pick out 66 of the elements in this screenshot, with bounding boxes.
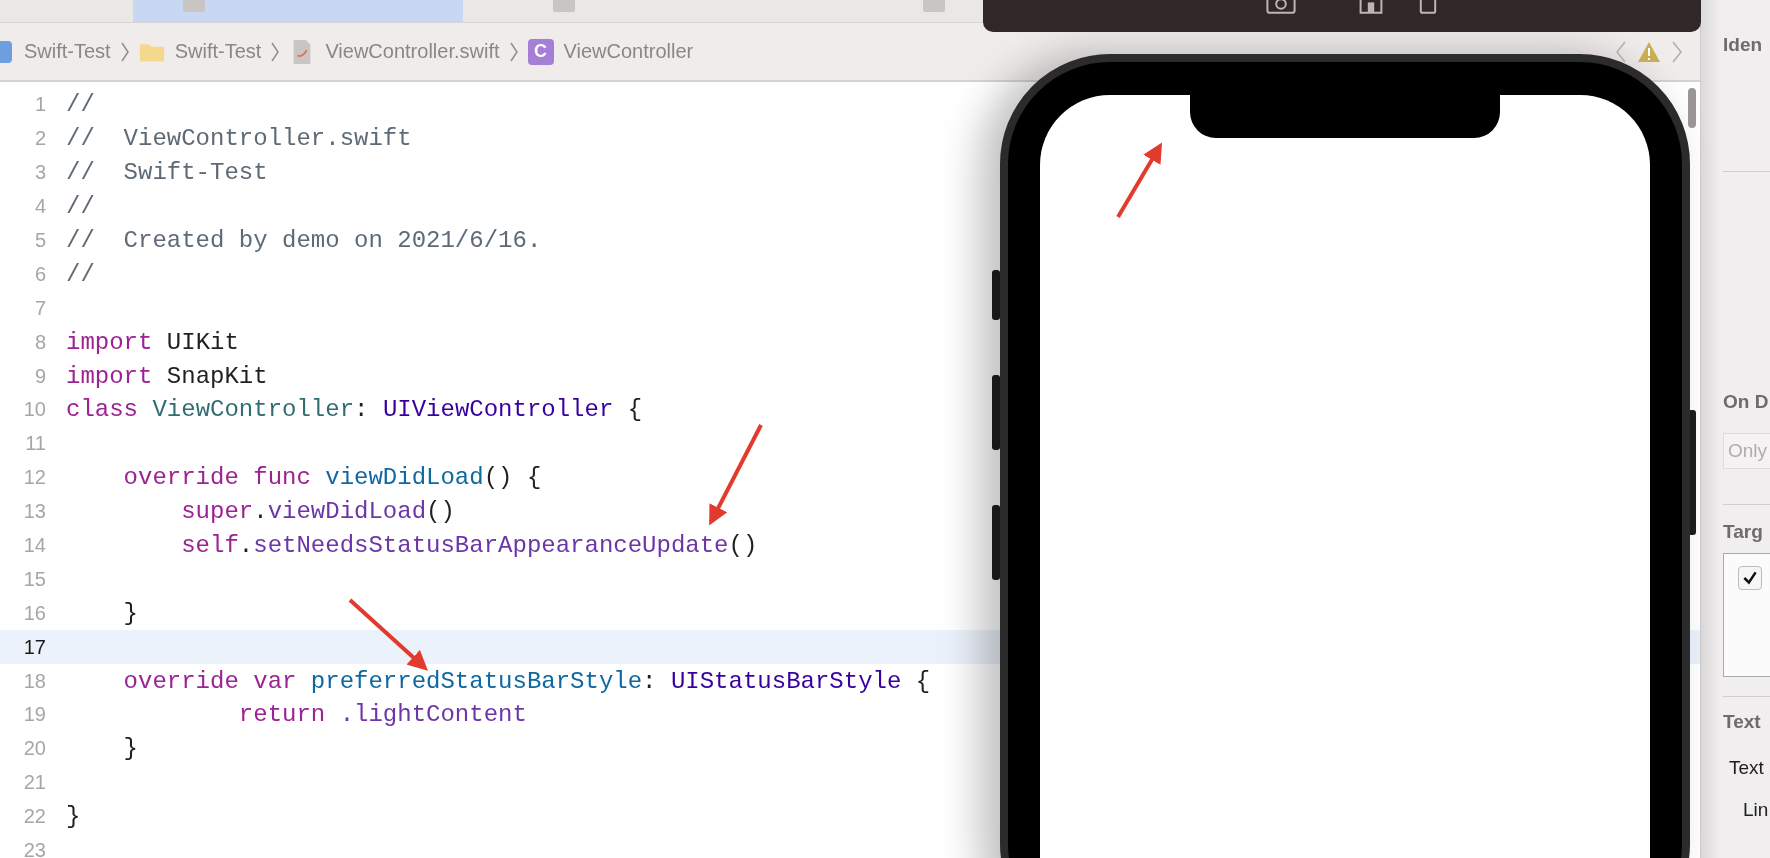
line-number: 18 [22, 669, 46, 693]
code-line: import UIKit [66, 328, 239, 356]
section-title: Targ [1723, 521, 1764, 543]
breadcrumb-item[interactable]: ViewController.swift [325, 40, 500, 63]
line-number: 19 [22, 703, 46, 727]
chevron-icon [509, 40, 518, 63]
chevron-icon [271, 40, 280, 63]
forward-icon[interactable] [1671, 40, 1683, 64]
line-number: 20 [22, 737, 46, 761]
line-number: 5 [33, 229, 46, 252]
code-line: // [66, 91, 95, 119]
back-icon[interactable] [1615, 40, 1627, 64]
file-icon [183, 0, 205, 12]
file-tab[interactable] [133, 0, 463, 22]
code-line: } [66, 803, 81, 831]
file-icon [923, 0, 945, 12]
code-line: self.setNeedsStatusBarAppearanceUpdate() [180, 532, 758, 559]
code-line: } [122, 735, 138, 763]
code-line: override var preferredStatusBarStyle: UIStatusBarStyle { [122, 667, 931, 695]
checkbox[interactable] [1738, 566, 1762, 590]
code-line: super.viewDidLoad() [180, 498, 455, 526]
field-label: Text [1728, 757, 1765, 779]
line-number: 15 [22, 567, 46, 591]
code-line: // Swift-Test [66, 159, 268, 187]
class-icon: C [527, 38, 554, 65]
line-number: 12 [22, 466, 46, 490]
breadcrumb-item[interactable]: ViewController [563, 40, 694, 63]
code-line: // [66, 193, 95, 221]
line-number: 13 [22, 500, 46, 524]
code-line: override func viewDidLoad() { [122, 464, 542, 492]
popup-button[interactable]: Only [1723, 433, 1770, 469]
line-number: 7 [33, 296, 46, 320]
code-line: // ViewController.swift [66, 125, 412, 153]
line-number: 17 [22, 635, 46, 659]
check-icon [1741, 569, 1759, 587]
line-number: 2 [33, 127, 46, 151]
warning-icon[interactable] [1637, 41, 1661, 63]
chevron-icon [120, 40, 129, 63]
section-title: Text [1723, 711, 1762, 733]
line-number: 3 [33, 161, 46, 185]
code-line: } [122, 599, 138, 627]
field-label: Lin [1742, 799, 1770, 821]
scroll-thumb[interactable] [1688, 88, 1696, 128]
code-line: class ViewController: UIViewController { [66, 396, 643, 424]
line-number: 4 [33, 195, 46, 219]
line-number: 16 [22, 601, 46, 625]
app-icon [0, 38, 14, 65]
line-number: 22 [22, 805, 46, 829]
breadcrumb-item[interactable]: Swift-Test [24, 40, 111, 63]
code-line: // Created by demo on 2021/6/16. [66, 227, 542, 254]
file-icon [553, 0, 575, 12]
line-number: 8 [33, 330, 46, 354]
line-number: 6 [33, 262, 46, 286]
line-number: 23 [22, 839, 46, 858]
line-number: 11 [24, 432, 46, 456]
code-line: return .lightContent [237, 701, 527, 729]
line-number: 1 [33, 93, 46, 117]
section-title: Iden [1723, 34, 1764, 56]
line-number: 21 [22, 771, 46, 795]
line-number: 14 [22, 534, 46, 557]
line-number: 10 [22, 398, 46, 422]
code-line: import SnapKit [66, 362, 268, 390]
breadcrumb-item[interactable]: Swift-Test [174, 40, 262, 63]
code-line: // [66, 260, 95, 288]
section-title: On D [1723, 391, 1770, 413]
line-number: 9 [33, 364, 46, 388]
